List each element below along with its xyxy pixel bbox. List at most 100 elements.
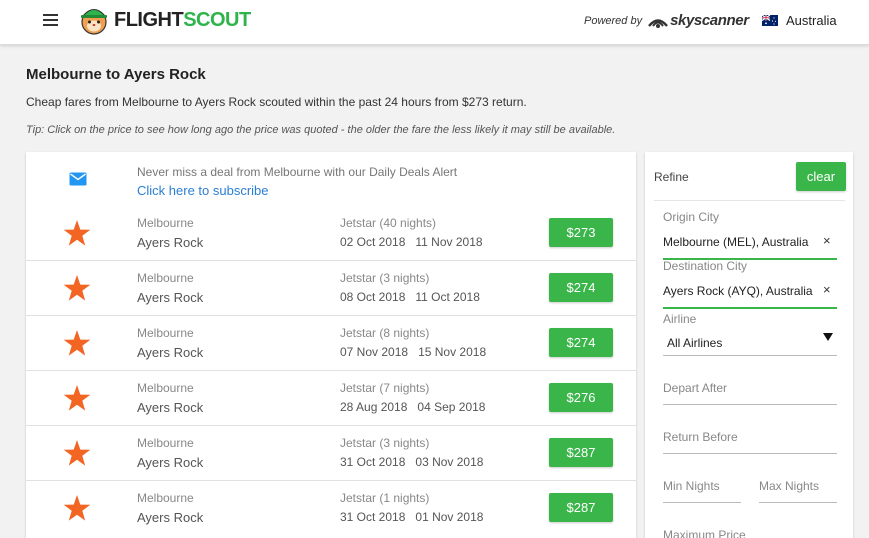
star-icon <box>63 220 91 246</box>
price-button[interactable]: $274 <box>549 273 613 302</box>
airline-nights: Jetstar (40 nights) <box>340 216 437 230</box>
destination-city: Ayers Rock <box>137 455 204 470</box>
depart-date: 07 Nov 2018 <box>340 345 409 359</box>
travel-dates: 28 Aug 2018 04 Sep 2018 <box>340 400 485 414</box>
dropdown-arrow-icon[interactable] <box>823 333 833 341</box>
skyscanner-logo-icon <box>648 18 669 28</box>
page-title: Melbourne to Ayers Rock <box>26 66 206 83</box>
deal-row: Melbourne Ayers Rock Jetstar (3 nights) … <box>26 426 636 481</box>
origin-city: Melbourne <box>137 381 194 395</box>
refine-divider <box>654 200 845 201</box>
depart-date: 31 Oct 2018 <box>340 455 406 469</box>
origin-city: Melbourne <box>137 436 194 450</box>
depart-after-input[interactable]: Depart After <box>663 381 727 395</box>
destination-city: Ayers Rock <box>137 510 204 525</box>
destination-city-underline <box>663 307 837 309</box>
top-navigation-bar: FLIGHTSCOUT Powered by skyscanner Austra… <box>0 0 869 45</box>
mail-icon <box>69 172 87 186</box>
return-before-underline <box>663 453 837 454</box>
maximum-price-input[interactable]: Maximum Price <box>663 528 746 538</box>
deals-alert-row: Never miss a deal from Melbourne with ou… <box>26 152 636 206</box>
origin-city: Melbourne <box>137 491 194 505</box>
australia-flag-icon <box>762 15 778 26</box>
destination-city-label: Destination City <box>663 259 748 273</box>
travel-dates: 02 Oct 2018 11 Nov 2018 <box>340 235 483 249</box>
origin-city-input[interactable]: Melbourne (MEL), Australia <box>663 235 808 249</box>
airline-nights: Jetstar (7 nights) <box>340 381 430 395</box>
clear-button[interactable]: clear <box>796 162 846 191</box>
airline-nights: Jetstar (3 nights) <box>340 436 430 450</box>
refine-panel: Refine clear Origin City Melbourne (MEL)… <box>645 152 853 538</box>
price-tip: Tip: Click on the price to see how long … <box>26 124 616 136</box>
star-icon <box>63 440 91 466</box>
deals-alert-text: Never miss a deal from Melbourne with ou… <box>137 165 458 179</box>
destination-city: Ayers Rock <box>137 345 204 360</box>
destination-city: Ayers Rock <box>137 400 204 415</box>
skyscanner-wordmark: skyscanner <box>670 12 749 29</box>
powered-by-skyscanner[interactable]: Powered by skyscanner <box>584 12 749 29</box>
travel-dates: 07 Nov 2018 15 Nov 2018 <box>340 345 486 359</box>
min-nights-input[interactable]: Min Nights <box>663 479 720 493</box>
airline-nights: Jetstar (8 nights) <box>340 326 430 340</box>
star-icon <box>63 385 91 411</box>
deal-row: Melbourne Ayers Rock Jetstar (7 nights) … <box>26 371 636 426</box>
flightscout-logo[interactable]: FLIGHTSCOUT <box>77 3 251 37</box>
return-before-input[interactable]: Return Before <box>663 430 738 444</box>
depart-date: 31 Oct 2018 <box>340 510 406 524</box>
airline-nights: Jetstar (3 nights) <box>340 271 430 285</box>
destination-city: Ayers Rock <box>137 290 204 305</box>
refine-title: Refine <box>654 170 689 184</box>
max-nights-input[interactable]: Max Nights <box>759 479 819 493</box>
logo-wordmark: FLIGHTSCOUT <box>114 9 251 32</box>
logo-part-scout: SCOUT <box>183 8 251 31</box>
return-date: 04 Sep 2018 <box>417 400 486 414</box>
depart-after-underline <box>663 404 837 405</box>
price-button[interactable]: $273 <box>549 218 613 247</box>
deal-row: Melbourne Ayers Rock Jetstar (40 nights)… <box>26 206 636 261</box>
travel-dates: 31 Oct 2018 03 Nov 2018 <box>340 455 483 469</box>
price-button[interactable]: $274 <box>549 328 613 357</box>
origin-city: Melbourne <box>137 216 194 230</box>
airline-label: Airline <box>663 312 697 326</box>
return-date: 11 Oct 2018 <box>415 290 480 304</box>
origin-city-label: Origin City <box>663 210 720 224</box>
depart-date: 02 Oct 2018 <box>340 235 406 249</box>
depart-date: 08 Oct 2018 <box>340 290 406 304</box>
hamster-mascot-icon <box>81 9 107 35</box>
menu-icon[interactable] <box>43 14 58 26</box>
star-icon <box>63 495 91 521</box>
star-icon <box>63 330 91 356</box>
price-button[interactable]: $276 <box>549 383 613 412</box>
deal-row: Melbourne Ayers Rock Jetstar (3 nights) … <box>26 261 636 316</box>
origin-city: Melbourne <box>137 326 194 340</box>
airline-nights: Jetstar (1 nights) <box>340 491 430 505</box>
airline-underline <box>663 355 837 356</box>
deal-row: Melbourne Ayers Rock Jetstar (1 nights) … <box>26 481 636 536</box>
travel-dates: 08 Oct 2018 11 Oct 2018 <box>340 290 480 304</box>
destination-city-input[interactable]: Ayers Rock (AYQ), Australia <box>663 284 813 298</box>
return-date: 01 Nov 2018 <box>415 510 484 524</box>
max-nights-underline <box>759 502 837 503</box>
price-button[interactable]: $287 <box>549 438 613 467</box>
country-label: Australia <box>786 13 837 28</box>
deals-list: Never miss a deal from Melbourne with ou… <box>26 152 636 538</box>
route-description: Cheap fares from Melbourne to Ayers Rock… <box>26 95 527 109</box>
country-selector[interactable]: Australia <box>762 13 837 28</box>
travel-dates: 31 Oct 2018 01 Nov 2018 <box>340 510 483 524</box>
powered-by-label: Powered by <box>584 14 643 27</box>
subscribe-link[interactable]: Click here to subscribe <box>137 183 269 198</box>
airline-select[interactable]: All Airlines <box>667 336 722 350</box>
price-button[interactable]: $287 <box>549 493 613 522</box>
clear-destination-icon[interactable]: × <box>823 282 831 297</box>
logo-part-flight: FLIGHT <box>114 8 184 31</box>
return-date: 11 Nov 2018 <box>415 235 483 249</box>
deal-row: Melbourne Ayers Rock Jetstar (8 nights) … <box>26 316 636 371</box>
origin-city: Melbourne <box>137 271 194 285</box>
star-icon <box>63 275 91 301</box>
return-date: 03 Nov 2018 <box>415 455 484 469</box>
min-nights-underline <box>663 502 741 503</box>
clear-origin-icon[interactable]: × <box>823 233 831 248</box>
destination-city: Ayers Rock <box>137 235 204 250</box>
return-date: 15 Nov 2018 <box>418 345 487 359</box>
depart-date: 28 Aug 2018 <box>340 400 408 414</box>
